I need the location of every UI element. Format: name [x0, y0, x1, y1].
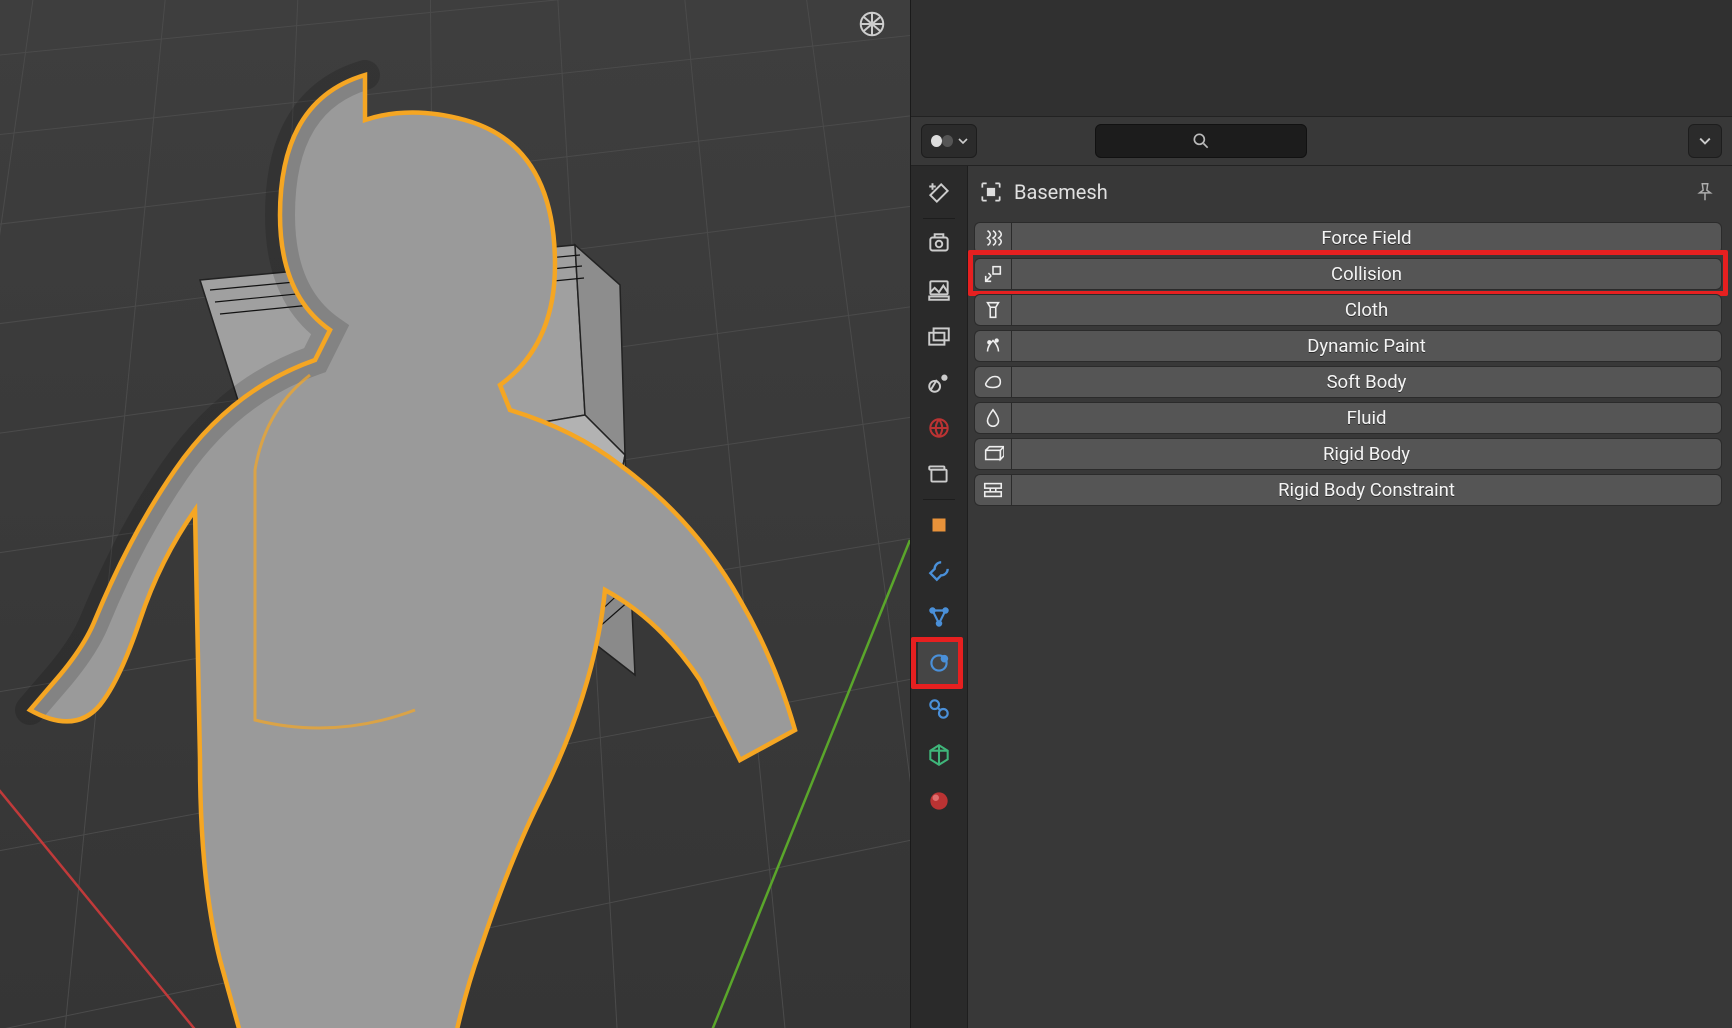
softbody-icon [974, 366, 1011, 398]
physics-add-rigidbodyconstraint[interactable]: Rigid Body Constraint [974, 474, 1722, 506]
search-icon [1191, 131, 1211, 151]
tab-constraints[interactable] [918, 686, 960, 732]
forcefield-button-label: Force Field [1011, 222, 1722, 254]
viewport-3d[interactable] [0, 0, 910, 1028]
tab-tool[interactable] [918, 170, 960, 216]
cloth-icon [974, 294, 1011, 326]
options-dropdown[interactable] [1688, 124, 1722, 158]
tab-world[interactable] [918, 405, 960, 451]
tab-modifiers[interactable] [918, 548, 960, 594]
tab-material[interactable] [918, 778, 960, 824]
rigidbodyconstraint-button-label: Rigid Body Constraint [1011, 474, 1722, 506]
physics-add-softbody[interactable]: Soft Body [974, 366, 1722, 398]
collision-button-label: Collision [1011, 258, 1722, 290]
properties-search-input[interactable] [1095, 124, 1307, 158]
physics-add-collision[interactable]: Collision [974, 258, 1722, 290]
viewport-scene [0, 0, 910, 1028]
fluid-icon [974, 402, 1011, 434]
rigidbody-button-label: Rigid Body [1011, 438, 1722, 470]
editor-type-dropdown[interactable] [921, 124, 977, 158]
properties-search-row [911, 117, 1732, 166]
physics-type-list: Force Field Collision [974, 222, 1722, 506]
physics-add-rigidbody[interactable]: Rigid Body [974, 438, 1722, 470]
forcefield-icon [974, 222, 1011, 254]
fluid-button-label: Fluid [1011, 402, 1722, 434]
pin-icon[interactable] [1694, 181, 1716, 203]
tab-data[interactable] [918, 732, 960, 778]
tab-physics[interactable] [918, 640, 960, 686]
tab-object[interactable] [918, 502, 960, 548]
object-header: Basemesh [974, 172, 1722, 222]
physics-add-cloth[interactable]: Cloth [974, 294, 1722, 326]
physics-add-dynamicpaint[interactable]: Dynamic Paint [974, 330, 1722, 362]
rigidbodyconstraint-icon [974, 474, 1011, 506]
wireframe-toggle-icon[interactable] [854, 6, 890, 42]
physics-add-fluid[interactable]: Fluid [974, 402, 1722, 434]
collision-icon [974, 258, 1011, 290]
tab-render[interactable] [918, 221, 960, 267]
tab-collection[interactable] [918, 451, 960, 497]
physics-panel: Basemesh Force Field [968, 166, 1732, 1028]
tab-viewlayer[interactable] [918, 313, 960, 359]
rigidbody-icon [974, 438, 1011, 470]
panel-header-spacer [911, 0, 1732, 117]
tab-particles[interactable] [918, 594, 960, 640]
properties-tab-rail [911, 166, 968, 1028]
tab-output[interactable] [918, 267, 960, 313]
dynamicpaint-button-label: Dynamic Paint [1011, 330, 1722, 362]
physics-add-forcefield[interactable]: Force Field [974, 222, 1722, 254]
cloth-button-label: Cloth [1011, 294, 1722, 326]
softbody-button-label: Soft Body [1011, 366, 1722, 398]
tab-scene[interactable] [918, 359, 960, 405]
dynamicpaint-icon [974, 330, 1011, 362]
object-name: Basemesh [1014, 180, 1108, 204]
object-type-icon [978, 179, 1004, 205]
